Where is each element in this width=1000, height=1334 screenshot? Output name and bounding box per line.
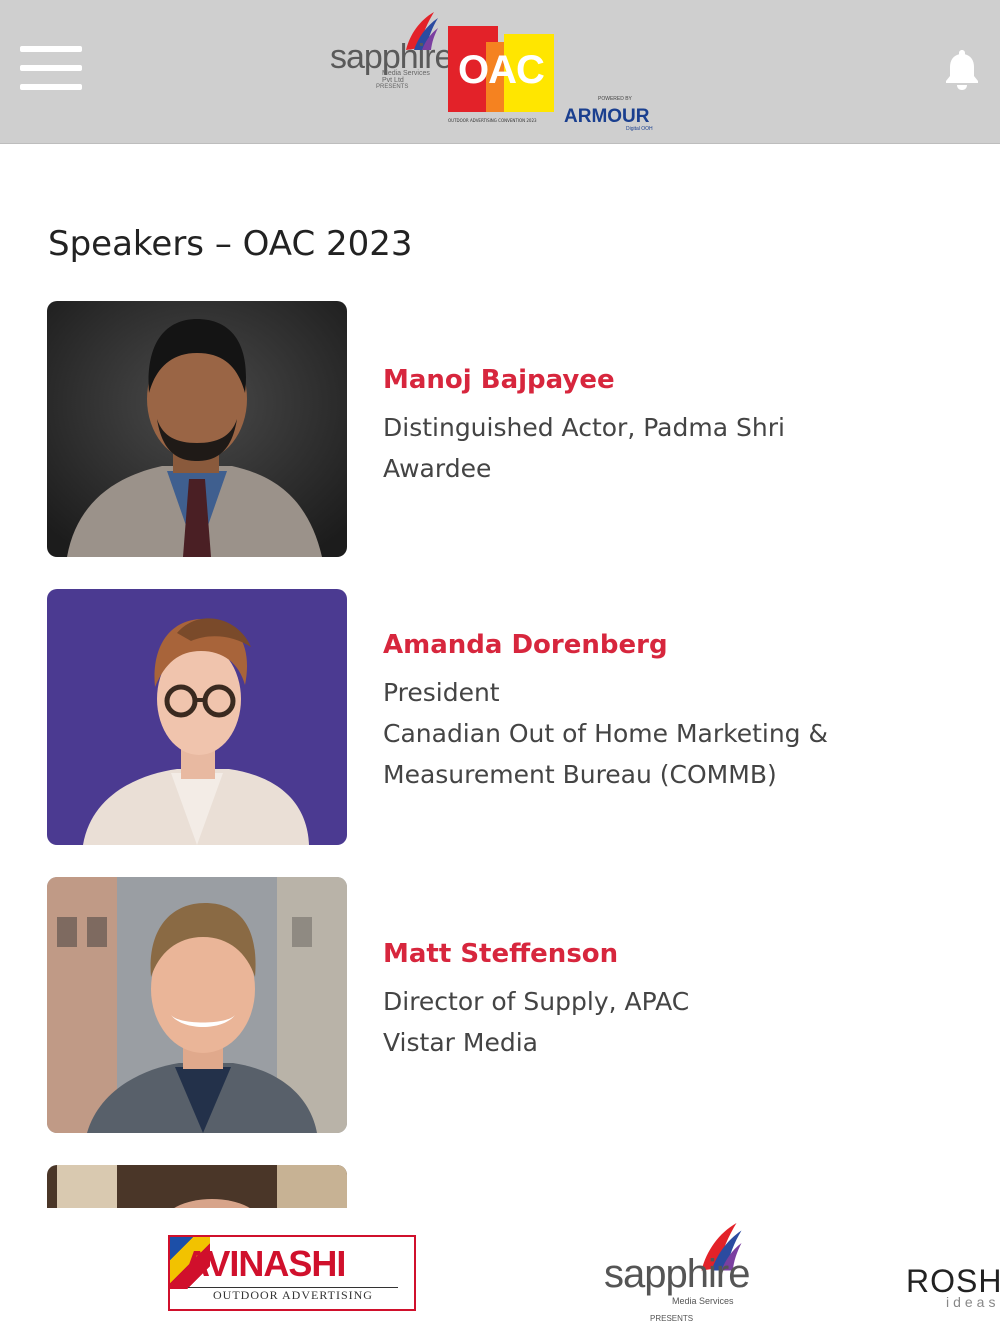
speaker-name[interactable]: Amanda Dorenberg [383, 628, 923, 662]
oac-tagline: OUTDOOR ADVERTISING CONVENTION 2023 [448, 118, 537, 123]
speaker-role: President [383, 678, 500, 707]
speaker-info: Matt Steffenson Director of Supply, APAC… [383, 937, 923, 1063]
speaker-role: Director of Supply, APAC [383, 987, 690, 1016]
speaker-photo[interactable] [47, 877, 347, 1133]
rosh-subtitle: ideas [946, 1294, 1000, 1310]
speaker-role: Distinguished Actor, Padma Shri [383, 413, 785, 442]
page-title: Speakers – OAC 2023 [48, 224, 413, 264]
sponsor-carousel[interactable]: AVINASHI OUTDOOR ADVERTISING sapphire Me… [0, 1208, 1000, 1334]
app-header: sapphire Media Services Pvt Ltd PRESENTS… [0, 0, 1000, 144]
speaker-role: Canadian Out of Home Marketing & [383, 719, 828, 748]
speaker-portrait-image [47, 301, 347, 557]
oac-wordmark: OAC [458, 48, 545, 92]
sapphire-sponsor-logo[interactable]: sapphire Media Services PRESENTS [604, 1220, 754, 1330]
speaker-role: Awardee [383, 454, 492, 483]
presents-label: PRESENTS [650, 1314, 694, 1323]
speaker-name[interactable]: Matt Steffenson [383, 937, 923, 971]
rosh-wordmark: ROSH [906, 1263, 1000, 1299]
powered-by-label: POWERED BY [598, 96, 632, 102]
armour-subtitle: Digital OOH [626, 126, 653, 132]
armour-logo[interactable]: POWERED BY ARMOUR Digital OOH [564, 96, 674, 136]
speaker-photo[interactable] [47, 589, 347, 845]
hamburger-menu-icon[interactable] [20, 46, 82, 90]
speaker-photo[interactable] [47, 301, 347, 557]
speaker-name[interactable]: Manoj Bajpayee [383, 363, 923, 397]
speaker-info: Manoj Bajpayee Distinguished Actor, Padm… [383, 363, 923, 489]
avinashi-tagline: OUTDOOR ADVERTISING [188, 1287, 398, 1303]
rosh-logo[interactable]: ROSH ideas [906, 1264, 1000, 1310]
armour-wordmark: ARMOUR [564, 106, 650, 127]
sapphire-subtitle: Media Services Pvt Ltd [382, 70, 430, 84]
bell-icon[interactable] [944, 48, 980, 90]
sapphire-logo[interactable]: sapphire Media Services Pvt Ltd PRESENTS [330, 10, 453, 95]
speaker-role: Vistar Media [383, 1028, 538, 1057]
avinashi-logo[interactable]: AVINASHI OUTDOOR ADVERTISING [168, 1235, 416, 1311]
oac-logo[interactable]: OAC OUTDOOR ADVERTISING CONVENTION 2023 [448, 26, 554, 123]
sapphire-subtitle: Media Services [672, 1296, 734, 1306]
avinashi-wordmark: AVINASHI [184, 1243, 346, 1284]
speaker-role: Measurement Bureau (COMMB) [383, 760, 777, 789]
presents-label: PRESENTS [376, 84, 409, 90]
speaker-portrait-image [47, 589, 347, 845]
speaker-portrait-image [47, 877, 347, 1133]
sapphire-wordmark: sapphire [604, 1252, 750, 1296]
speaker-info: Amanda Dorenberg President Canadian Out … [383, 628, 923, 795]
